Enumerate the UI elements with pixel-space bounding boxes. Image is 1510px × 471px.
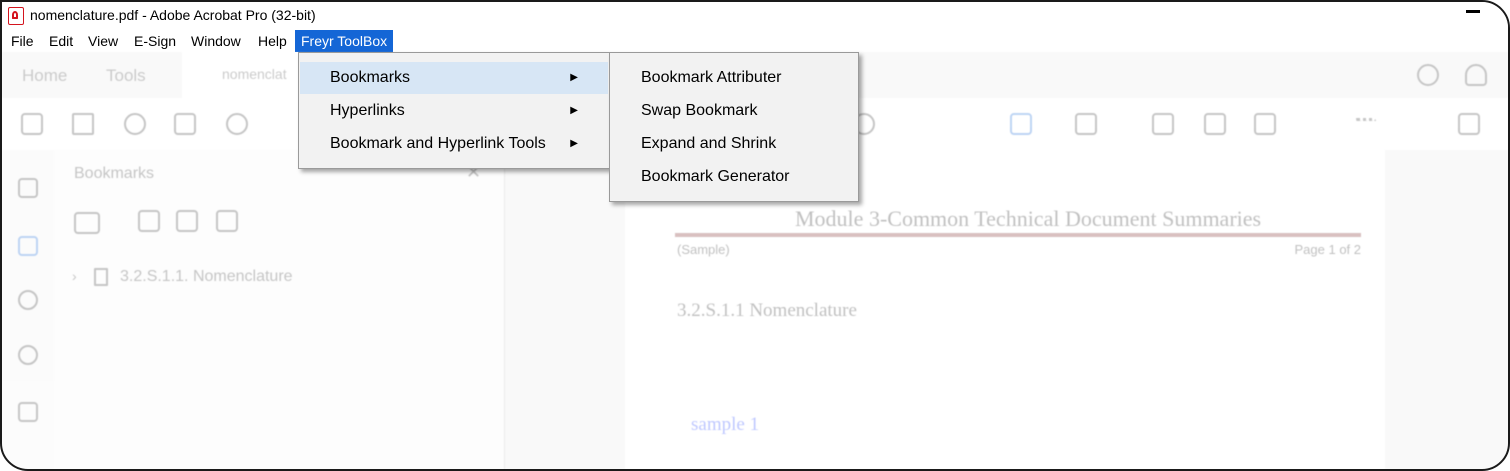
submenu-bookmark-attributer[interactable]: Bookmark Attributer <box>641 69 782 87</box>
delete-bookmark-icon[interactable] <box>138 210 160 232</box>
save-icon[interactable] <box>21 113 43 135</box>
submenu-arrow-icon: ▶ <box>570 72 578 83</box>
bookmarks-panel-title: Bookmarks <box>74 165 155 182</box>
app-window: nomenclature.pdf - Adobe Acrobat Pro (32… <box>0 0 1510 471</box>
bookmark-item[interactable]: 3.2.S.1.1. Nomenclature <box>120 268 293 286</box>
freyr-toolbox-menu: Bookmarks ▶ Hyperlinks ▶ Bookmark and Hy… <box>298 52 610 169</box>
pages-icon[interactable] <box>18 178 38 198</box>
bookmarks-submenu: Bookmark Attributer Swap Bookmark Expand… <box>609 52 859 202</box>
menu-item-label: Bookmarks <box>330 69 411 86</box>
page-number: Page 1 of 2 <box>1294 242 1362 257</box>
attachment-icon[interactable] <box>18 345 38 365</box>
menu-item-bookmarks[interactable]: Bookmarks ▶ <box>300 62 608 94</box>
submenu-expand-and-shrink[interactable]: Expand and Shrink <box>641 135 776 153</box>
sample-label: (Sample) <box>677 242 730 257</box>
find-bookmark-icon[interactable] <box>216 210 238 232</box>
submenu-arrow-icon: ▶ <box>570 105 578 116</box>
menu-edit[interactable]: Edit <box>49 30 73 52</box>
highlight-pen-icon[interactable] <box>1204 113 1226 135</box>
scroll-mode-icon[interactable] <box>1075 113 1097 135</box>
navigation-rail <box>2 150 55 469</box>
document-subheading: 3.2.S.1.1 Nomenclature <box>677 300 857 321</box>
menu-e-sign[interactable]: E-Sign <box>134 30 176 52</box>
heading-rule <box>675 233 1361 237</box>
new-bookmark-icon[interactable] <box>176 210 198 232</box>
comment-icon[interactable] <box>1152 113 1174 135</box>
menu-bar: File Edit View E-Sign Window Help Freyr … <box>2 30 1508 52</box>
title-bar: nomenclature.pdf - Adobe Acrobat Pro (32… <box>2 2 1508 30</box>
document-link[interactable]: sample 1 <box>691 414 759 436</box>
fit-page-icon[interactable] <box>1010 113 1032 135</box>
tab-tools[interactable]: Tools <box>106 66 146 86</box>
stack-icon[interactable] <box>18 402 38 422</box>
layers-target-icon[interactable] <box>18 290 38 310</box>
share-icon[interactable] <box>1458 113 1480 135</box>
zoom-out-icon[interactable] <box>226 113 248 135</box>
bookmark-item-icon <box>94 268 108 286</box>
menu-view[interactable]: View <box>88 30 118 52</box>
bookmark-options-icon[interactable] <box>74 212 100 234</box>
menu-item-label: Bookmark and Hyperlink Tools <box>330 135 546 152</box>
sign-icon[interactable] <box>1254 113 1276 135</box>
help-icon[interactable] <box>1417 64 1439 86</box>
window-title: nomenclature.pdf - Adobe Acrobat Pro (32… <box>30 7 316 23</box>
tab-document-label: nomenclat <box>222 66 287 82</box>
minimize-icon[interactable] <box>1466 10 1480 13</box>
bookmark-icon[interactable] <box>18 236 38 256</box>
pdf-file-icon <box>8 7 24 25</box>
menu-window[interactable]: Window <box>191 30 241 52</box>
star-icon[interactable] <box>72 113 94 135</box>
upload-cloud-icon[interactable] <box>124 113 146 135</box>
menu-item-label: Hyperlinks <box>330 102 405 119</box>
submenu-bookmark-generator[interactable]: Bookmark Generator <box>641 168 790 186</box>
bell-icon[interactable] <box>1465 64 1487 86</box>
menu-item-hyperlinks[interactable]: Hyperlinks ▶ <box>300 95 608 127</box>
menu-file[interactable]: File <box>11 30 34 52</box>
submenu-arrow-icon: ▶ <box>570 138 578 149</box>
expand-chevron-icon[interactable]: › <box>72 268 77 284</box>
submenu-swap-bookmark[interactable]: Swap Bookmark <box>641 102 758 120</box>
more-options-icon[interactable] <box>1354 118 1376 124</box>
tab-document[interactable]: nomenclat <box>182 52 302 98</box>
bookmarks-panel: Bookmarks ✕ › 3.2.S.1.1. Nomenclature <box>54 150 505 469</box>
menu-help[interactable]: Help <box>258 30 287 52</box>
document-heading: Module 3-Common Technical Document Summa… <box>795 206 1262 231</box>
menu-freyr-toolbox[interactable]: Freyr ToolBox <box>295 30 394 52</box>
print-icon[interactable] <box>174 113 196 135</box>
menu-item-bookmark-hyperlink-tools[interactable]: Bookmark and Hyperlink Tools ▶ <box>300 128 608 160</box>
tab-home[interactable]: Home <box>22 66 67 86</box>
